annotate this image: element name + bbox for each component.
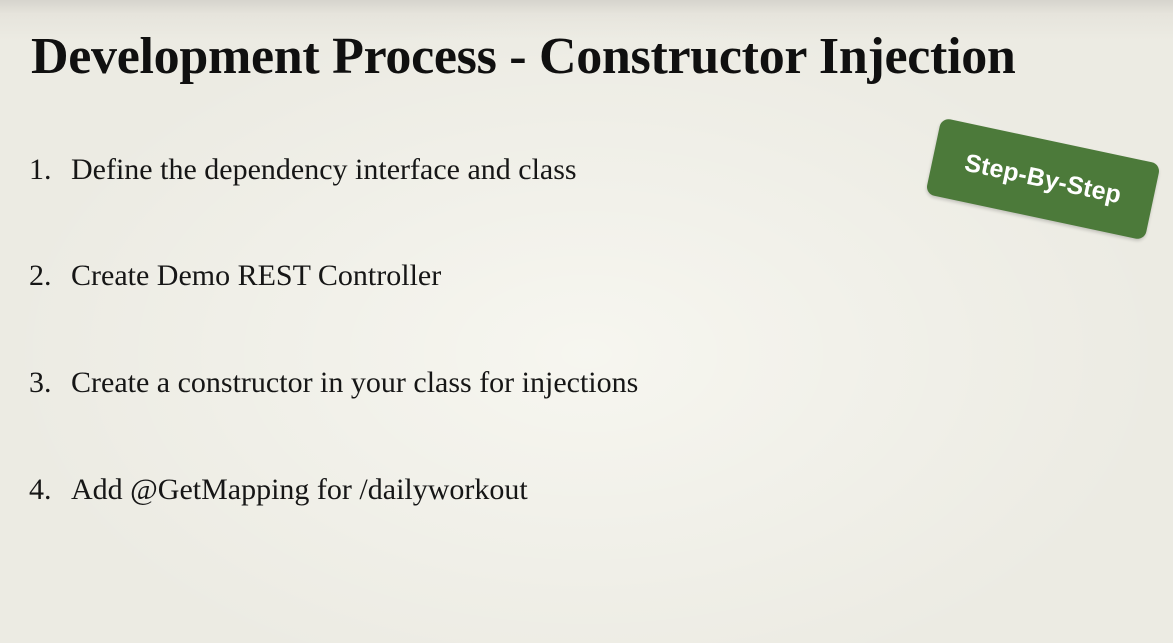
- slide-title: Development Process - Constructor Inject…: [31, 28, 1016, 85]
- step-item-2: 2. Create Demo REST Controller: [29, 256, 441, 296]
- step-text: Add @GetMapping for /dailyworkout: [71, 473, 528, 506]
- step-text: Define the dependency interface and clas…: [71, 153, 577, 186]
- step-item-3: 3. Create a constructor in your class for…: [29, 363, 638, 403]
- step-number: 3.: [29, 366, 52, 399]
- step-item-1: 1. Define the dependency interface and cl…: [29, 150, 577, 190]
- step-by-step-badge: Step-By-Step: [925, 117, 1161, 241]
- step-number: 1.: [29, 153, 52, 186]
- step-item-4: 4. Add @GetMapping for /dailyworkout: [29, 470, 528, 510]
- step-number: 2.: [29, 259, 52, 292]
- step-text: Create a constructor in your class for i…: [71, 366, 639, 399]
- step-number: 4.: [29, 473, 52, 506]
- step-text: Create Demo REST Controller: [71, 259, 442, 292]
- slide: Development Process - Constructor Inject…: [0, 0, 1173, 643]
- badge-label: Step-By-Step: [962, 148, 1124, 209]
